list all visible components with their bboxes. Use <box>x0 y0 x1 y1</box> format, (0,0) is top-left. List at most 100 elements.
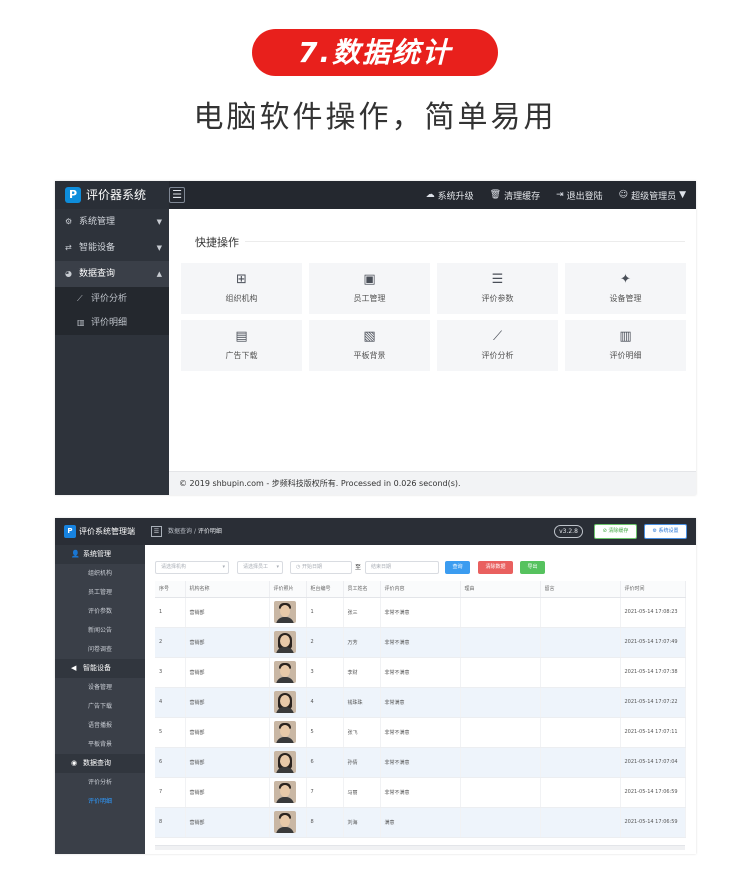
clear-data-button[interactable]: 清除数据 <box>478 561 513 574</box>
nav-item-1[interactable]: 🗑 清理缓存 <box>490 189 540 202</box>
quick-tile-2[interactable]: ☰ 评价参数 <box>437 263 558 314</box>
evaluation-photo[interactable] <box>273 691 296 713</box>
sidebar-subitem-3[interactable]: 评价参数 <box>55 602 145 621</box>
cell-content: 非常不满意 <box>380 717 461 748</box>
search-button[interactable]: 查询 <box>445 561 470 574</box>
sidebar-item-1[interactable]: ⇄ 智能设备 ▼ <box>55 235 169 261</box>
nav-item-3[interactable]: ☺ 超级管理员 ▼ <box>619 189 686 202</box>
table-row[interactable]: 4 营销部 4 钱珠珠 非常满意 2021-05-14 17:07:22 <box>155 687 686 718</box>
cell-time: 2021-05-14 17:07:49 <box>620 627 686 658</box>
column-header: 序号 <box>155 581 186 598</box>
column-header: 员工姓名 <box>343 581 381 598</box>
staff-select[interactable]: 请选择员工 ▾ <box>237 561 283 574</box>
evaluation-photo[interactable] <box>273 661 296 683</box>
trend-chart-icon: ⟋ <box>492 329 503 344</box>
table-row[interactable]: 5 营销部 5 张飞 非常不满意 2021-05-14 17:07:11 <box>155 717 686 748</box>
screenshot-evaluation-detail: P 评价系统管理端 ☰ 数据查询 / 评价明细 v3.2.8 ⊘ 清除缓存 ⚙ … <box>55 518 696 854</box>
sidebar-subitem-1[interactable]: ▥ 评价明细 <box>55 311 169 335</box>
photo-face <box>279 635 290 647</box>
quick-tile-3[interactable]: ✦ 设备管理 <box>565 263 686 314</box>
cell-staff: 刘海 <box>343 807 381 838</box>
sidebar-subitem-7[interactable]: 设备管理 <box>55 678 145 697</box>
sidebar-subitem-4[interactable]: 新闻公告 <box>55 621 145 640</box>
org-select[interactable]: 请选择机构 ▾ <box>155 561 229 574</box>
cell-content: 非常不满意 <box>380 657 461 688</box>
nav-item-0[interactable]: ☁ 系统升级 <box>426 189 474 202</box>
sidebar-subitem-8[interactable]: 广告下载 <box>55 697 145 716</box>
cell-content: 非常不满意 <box>380 747 461 778</box>
evaluation-photo[interactable] <box>273 721 296 743</box>
sidebar-item-label: 智能设备 <box>79 243 116 253</box>
start-date-input[interactable]: ◷ 开始日期 <box>290 561 352 574</box>
quick-tile-5[interactable]: ▧ 平板背景 <box>309 320 430 371</box>
table-row[interactable]: 6 营销部 6 孙倩 非常不满意 2021-05-14 17:07:04 <box>155 747 686 778</box>
export-button[interactable]: 导出 <box>520 561 545 574</box>
quick-tile-7[interactable]: ▥ 评价明细 <box>565 320 686 371</box>
quick-tile-0[interactable]: ⊞ 组织机构 <box>181 263 302 314</box>
app-title: 评价器系统 <box>86 188 147 202</box>
photo-body <box>275 617 294 623</box>
screenshot-dashboard: P 评价器系统 ☰ ☁ 系统升级 🗑 清理缓存 ⇥ 退出登陆 ☺ 超级管理员 ▼ ⚙ 系统管理 ▼ ⇄… <box>55 181 696 495</box>
table-row[interactable]: 8 营销部 8 刘海 满意 2021-05-14 17:06:59 <box>155 807 686 838</box>
filter-toolbar: 请选择机构 ▾ 请选择员工 ▾ ◷ 开始日期 至 结束日期 查询 清除数据 导出 <box>145 545 696 574</box>
cell-no: 1 <box>155 597 186 628</box>
cell-time: 2021-05-14 17:07:04 <box>620 747 686 778</box>
quick-tile-1[interactable]: ▣ 员工管理 <box>309 263 430 314</box>
evaluation-photo[interactable] <box>273 781 296 803</box>
breadcrumb-parent[interactable]: 数据查询 <box>168 528 192 535</box>
menu-toggle-icon[interactable]: ☰ <box>151 526 162 537</box>
bar-chart-icon: ▥ <box>77 318 85 327</box>
photo-face <box>279 605 290 617</box>
sidebar-subitem-1[interactable]: 组织机构 <box>55 564 145 583</box>
nav-label: 超级管理员 <box>631 191 677 202</box>
quick-tile-4[interactable]: ▤ 广告下载 <box>181 320 302 371</box>
system-settings-button[interactable]: ⚙ 系统设置 <box>644 524 687 539</box>
photo-cell <box>269 687 307 718</box>
sidebar-group-11[interactable]: ◉ 数据查询 <box>55 754 145 773</box>
sidebar-group-0[interactable]: 👤 系统管理 <box>55 545 145 564</box>
sidebar-subitem-12[interactable]: 评价分析 <box>55 773 145 792</box>
cell-no: 7 <box>155 777 186 808</box>
sidebar-subitem-2[interactable]: 员工管理 <box>55 583 145 602</box>
sidebar-item-0[interactable]: ⚙ 系统管理 ▼ <box>55 209 169 235</box>
clear-cache-button[interactable]: ⊘ 清除缓存 <box>594 524 637 539</box>
evaluation-photo[interactable] <box>273 631 296 653</box>
top-nav: ☁ 系统升级 🗑 清理缓存 ⇥ 退出登陆 ☺ 超级管理员 ▼ <box>426 181 686 209</box>
quick-tile-label: 员工管理 <box>353 294 386 303</box>
column-header: 评价内容 <box>380 581 461 598</box>
promo-subtitle: 电脑软件操作，简单易用 <box>193 100 557 135</box>
evaluation-photo[interactable] <box>273 751 296 773</box>
sidebar-subitem-10[interactable]: 平板背景 <box>55 735 145 754</box>
sidebar-subitem-9[interactable]: 语音播报 <box>55 716 145 735</box>
end-date-input[interactable]: 结束日期 <box>365 561 439 574</box>
cell-reason <box>460 747 541 778</box>
quick-tile-6[interactable]: ⟋ 评价分析 <box>437 320 558 371</box>
evaluation-photo[interactable] <box>273 811 296 833</box>
divider <box>245 241 685 242</box>
sidebar-subitem-0[interactable]: ⟋ 评价分析 <box>55 287 169 311</box>
table-row[interactable]: 3 营销部 3 李财 非常不满意 2021-05-14 17:07:38 <box>155 657 686 688</box>
table-row[interactable]: 1 营销部 1 张三 非常不满意 2021-05-14 17:08:23 <box>155 597 686 628</box>
sidebar-subitem-5[interactable]: 问卷调查 <box>55 640 145 659</box>
cell-org: 营销部 <box>185 747 270 778</box>
cell-org: 营销部 <box>185 597 270 628</box>
cell-staff: 马丽 <box>343 777 381 808</box>
logo-icon: P <box>65 187 81 203</box>
logout-icon: ⇥ <box>556 190 564 200</box>
sidebar-item-2[interactable]: ◕ 数据查询 ▲ <box>55 261 169 287</box>
date-range-separator: 至 <box>355 564 362 571</box>
nav-item-2[interactable]: ⇥ 退出登陆 <box>556 189 603 202</box>
photo-face <box>279 755 290 767</box>
photo-cell <box>269 657 307 688</box>
dashboard-icon: ◕ <box>65 269 72 278</box>
sidebar-subitem-13[interactable]: 评价明细 <box>55 792 145 811</box>
sidebar: 👤 系统管理 组织机构 员工管理 评价参数 新闻公告 问卷调查 ◀ 智能设备 设备管理 广告下载 语音… <box>55 545 145 854</box>
horizontal-scrollbar[interactable] <box>155 845 685 850</box>
cell-content: 非常不满意 <box>380 597 461 628</box>
cell-no: 4 <box>155 687 186 718</box>
table-row[interactable]: 2 营销部 2 万芳 非常不满意 2021-05-14 17:07:49 <box>155 627 686 658</box>
menu-toggle-icon[interactable]: ☰ <box>169 187 185 203</box>
evaluation-photo[interactable] <box>273 601 296 623</box>
sidebar-group-6[interactable]: ◀ 智能设备 <box>55 659 145 678</box>
table-row[interactable]: 7 营销部 7 马丽 非常不满意 2021-05-14 17:06:59 <box>155 777 686 808</box>
